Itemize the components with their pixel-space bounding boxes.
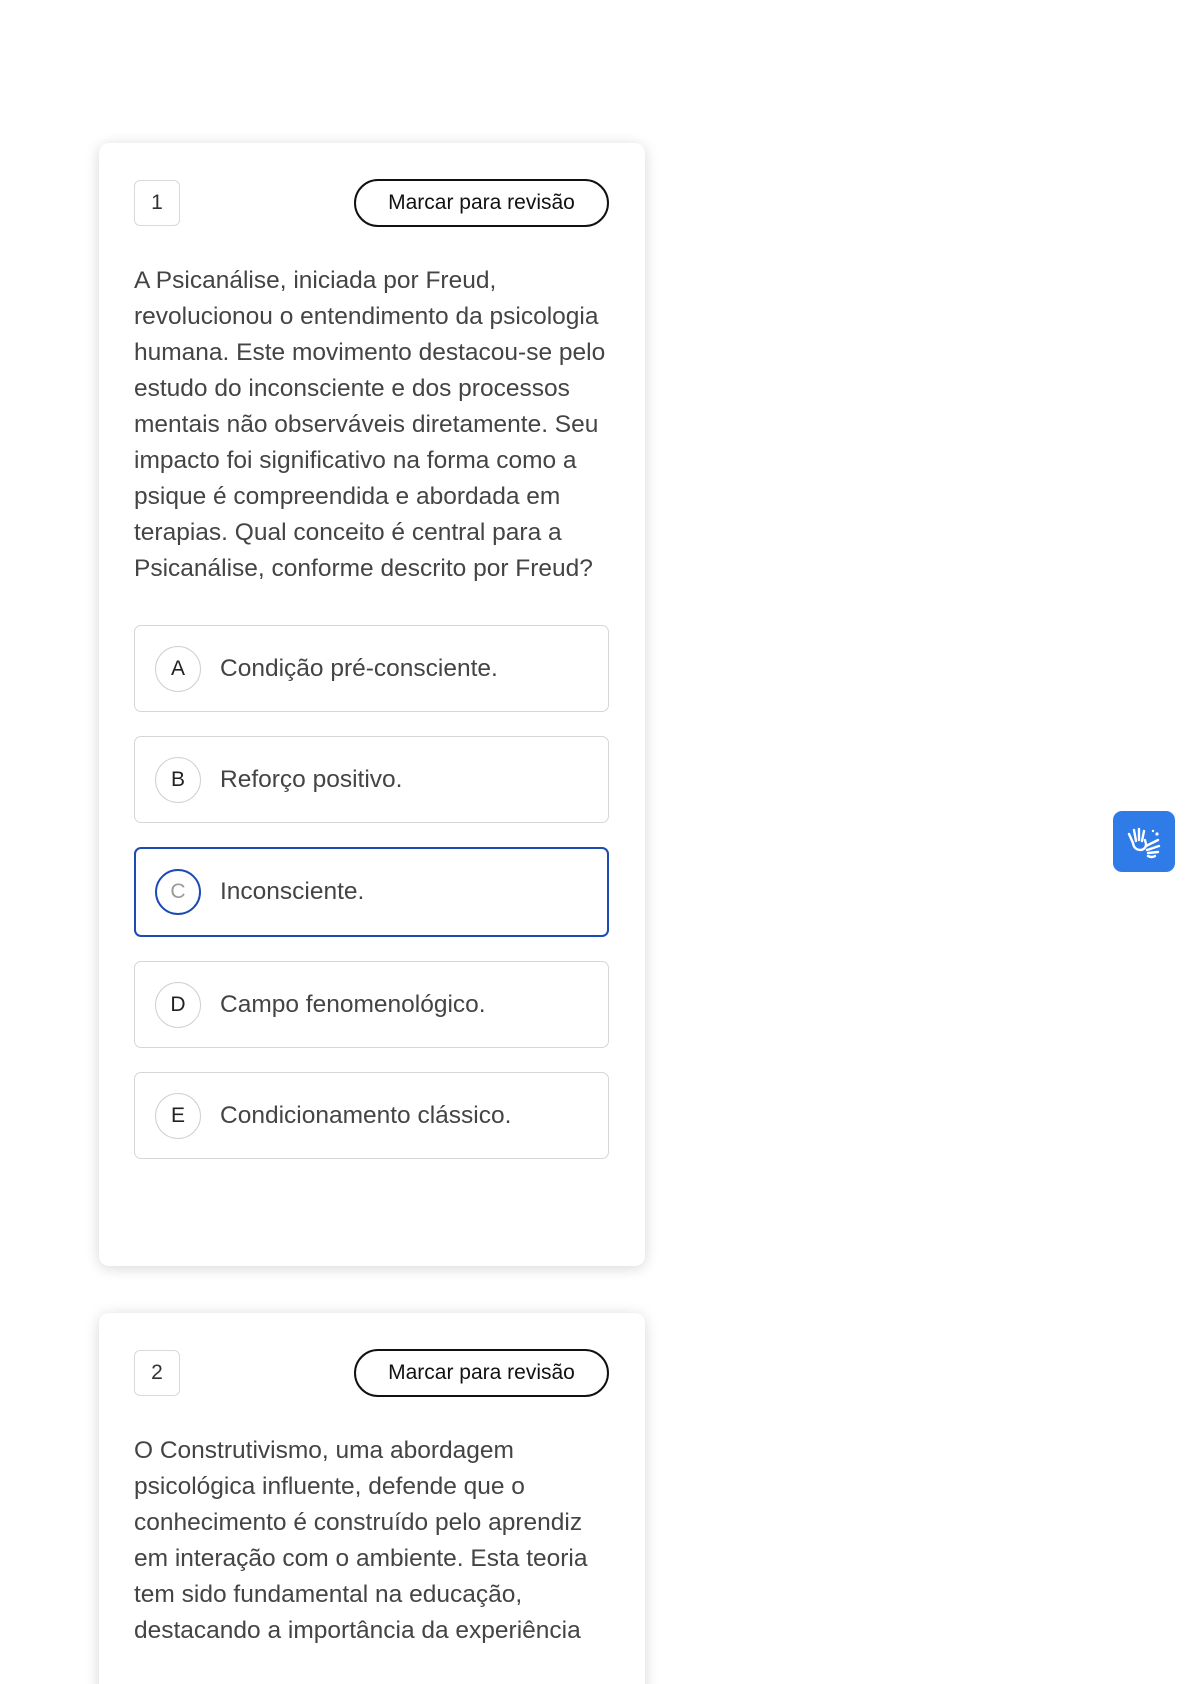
sign-language-hands-icon [1127,827,1161,858]
option-letter: E [155,1092,201,1139]
option-text: Inconsciente. [220,878,365,905]
option-d[interactable]: D Campo fenomenológico. [134,961,609,1048]
option-a[interactable]: A Condição pré-consciente. [134,625,609,712]
option-letter: A [155,645,201,692]
answer-options: A Condição pré-consciente. B Reforço pos… [134,625,609,1159]
question-header: 1 Marcar para revisão [134,179,609,227]
option-text: Condicionamento clássico. [220,1101,512,1129]
option-e[interactable]: E Condicionamento clássico. [134,1072,609,1159]
page: 1 Marcar para revisão A Psicanálise, ini… [0,0,1190,1684]
option-text: Campo fenomenológico. [220,990,486,1018]
question-stem: O Construtivismo, uma abordagem psicológ… [134,1437,588,1644]
option-letter: C [155,869,201,915]
option-text: Condição pré-consciente. [220,654,498,682]
question-card-2: 2 Marcar para revisão O Construtivismo, … [99,1313,645,1684]
option-text: Reforço positivo. [220,765,403,793]
question-number: 1 [134,180,180,226]
question-number: 2 [134,1350,180,1396]
sign-language-accessibility-button[interactable] [1113,811,1175,872]
option-c-selected[interactable]: C Inconsciente. [134,847,609,937]
option-letter: D [155,981,201,1028]
question-stem: A Psicanálise, iniciada por Freud, revol… [134,267,606,582]
option-b[interactable]: B Reforço positivo. [134,736,609,823]
question-header: 2 Marcar para revisão [134,1349,609,1397]
mark-for-review-button[interactable]: Marcar para revisão [354,1349,609,1397]
option-letter: B [155,756,201,803]
question-card-1: 1 Marcar para revisão A Psicanálise, ini… [99,143,645,1266]
mark-for-review-button[interactable]: Marcar para revisão [354,179,609,227]
